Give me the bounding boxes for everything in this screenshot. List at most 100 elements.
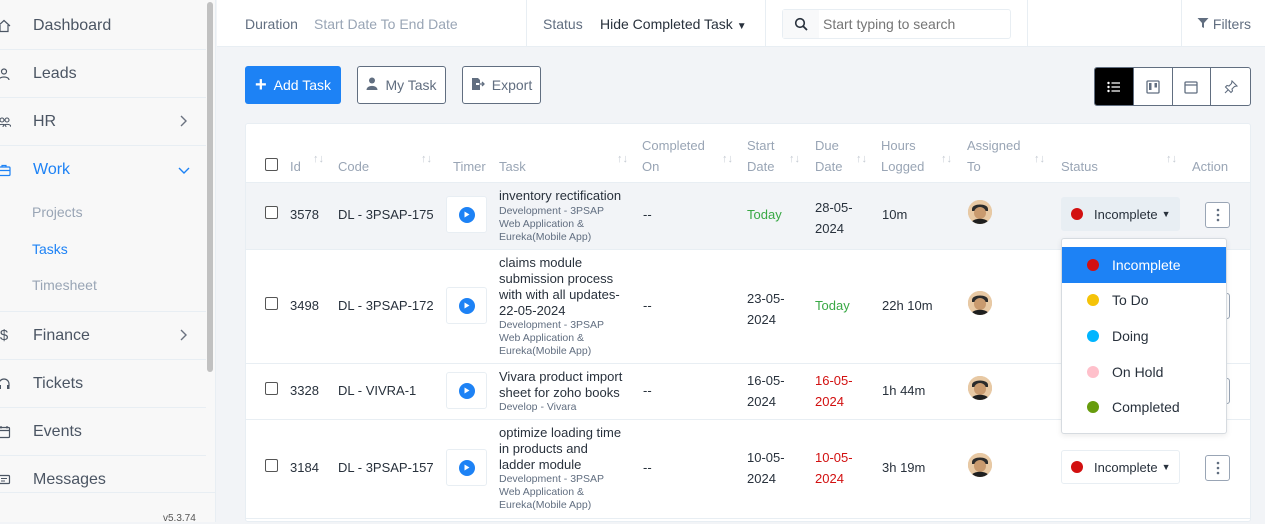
export-button[interactable]: Export — [462, 66, 541, 104]
avatar[interactable] — [968, 291, 992, 315]
sidebar-item-messages[interactable]: Messages — [0, 456, 206, 504]
col-header-status[interactable]: Status — [1061, 156, 1098, 177]
title-line: 22-05-2024 — [499, 303, 566, 318]
col-header-task[interactable]: Task — [499, 156, 526, 177]
my-task-button[interactable]: My Task — [357, 66, 446, 104]
col-header-action: Action — [1192, 159, 1229, 174]
sort-icon[interactable]: ↑↓ — [941, 153, 952, 165]
sidebar-item-finance[interactable]: $ Finance — [0, 312, 206, 360]
date-line: 16-05- — [815, 373, 853, 388]
status-option-on-hold[interactable]: On Hold — [1062, 354, 1226, 390]
col-header-due-date[interactable]: Due Date — [815, 135, 842, 177]
row-checkbox[interactable] — [265, 206, 278, 219]
status-dropdown-menu: Incomplete To Do Doing On Hold Completed — [1061, 238, 1227, 434]
sidebar-sub-timesheet[interactable]: Timesheet — [32, 277, 97, 293]
header-line: Start — [747, 138, 775, 153]
col-header-hours-logged[interactable]: Hours Logged — [881, 135, 924, 177]
board-view-icon[interactable] — [1134, 68, 1173, 105]
more-actions-icon[interactable] — [1205, 455, 1230, 481]
add-task-label: Add Task — [273, 77, 332, 93]
sidebar-item-tickets[interactable]: Tickets — [0, 360, 206, 408]
row-checkbox[interactable] — [265, 459, 278, 472]
start-date: Today — [747, 207, 782, 222]
avatar[interactable] — [968, 453, 992, 477]
list-view-icon[interactable] — [1095, 68, 1134, 105]
date-line: 2024 — [747, 471, 776, 486]
status-value: Incomplete — [1094, 459, 1158, 475]
headset-icon — [0, 376, 12, 392]
sidebar-item-label: Tickets — [33, 374, 84, 392]
message-icon — [0, 472, 12, 488]
sort-icon[interactable]: ↑↓ — [1034, 153, 1045, 165]
filters-label: Filters — [1212, 16, 1252, 32]
sort-icon[interactable]: ↑↓ — [313, 153, 324, 165]
calendar-view-icon[interactable] — [1173, 68, 1212, 105]
sort-icon[interactable]: ↑↓ — [617, 153, 628, 165]
task-code[interactable]: DL - 3PSAP-157 — [338, 460, 434, 475]
filter-bar: Duration Start Date To End Date Status H… — [217, 0, 1265, 47]
option-label: Completed — [1112, 399, 1180, 415]
task-project: Development - 3PSAP Web Application & Eure… — [499, 473, 604, 512]
sort-icon[interactable]: ↑↓ — [789, 153, 800, 165]
col-header-completed-on[interactable]: Completed On — [642, 135, 705, 177]
sort-icon[interactable]: ↑↓ — [856, 153, 867, 165]
status-filter-select[interactable]: Hide Completed Task ▼ — [600, 16, 747, 32]
sidebar-item-events[interactable]: Events — [0, 408, 206, 456]
sort-icon[interactable]: ↑↓ — [1166, 153, 1177, 165]
sidebar-item-hr[interactable]: HR — [0, 98, 206, 146]
status-option-incomplete[interactable]: Incomplete — [1062, 247, 1226, 283]
status-select[interactable]: Incomplete ▼ — [1061, 197, 1180, 231]
status-dot-icon — [1087, 259, 1099, 271]
row-checkbox[interactable] — [265, 297, 278, 310]
header-line: Assigned — [967, 138, 1021, 153]
date-line: 16-05- — [747, 373, 785, 388]
col-header-start-date[interactable]: Start Date — [747, 135, 774, 177]
start-timer-button[interactable] — [446, 196, 487, 233]
more-actions-icon[interactable] — [1205, 202, 1230, 228]
status-option-completed[interactable]: Completed — [1062, 389, 1226, 425]
avatar[interactable] — [968, 200, 992, 224]
avatar[interactable] — [968, 376, 992, 400]
header-line: Date — [815, 159, 843, 174]
sort-icon[interactable]: ↑↓ — [722, 153, 733, 165]
sidebar-item-leads[interactable]: Leads — [0, 50, 206, 98]
col-header-code[interactable]: Code — [338, 156, 369, 177]
due-date: 10-05- 2024 — [815, 447, 853, 489]
status-select[interactable]: Incomplete ▼ — [1061, 450, 1180, 484]
start-timer-button[interactable] — [446, 449, 487, 486]
task-code[interactable]: DL - 3PSAP-172 — [338, 298, 434, 313]
start-timer-button[interactable] — [446, 372, 487, 409]
project-line: Web Application & — [499, 332, 585, 344]
due-date: Today — [815, 298, 850, 313]
sidebar-item-work[interactable]: Work — [0, 146, 206, 194]
task-code[interactable]: DL - 3PSAP-175 — [338, 207, 434, 222]
sort-icon[interactable]: ↑↓ — [421, 153, 432, 165]
select-all-checkbox[interactable] — [265, 158, 278, 171]
add-task-button[interactable]: + Add Task — [245, 66, 341, 104]
task-title[interactable]: Vivara product import sheet for zoho book… — [499, 369, 622, 401]
status-option-doing[interactable]: Doing — [1062, 318, 1226, 354]
caret-down-icon: ▼ — [736, 21, 747, 32]
sidebar-sub-tasks[interactable]: Tasks — [32, 241, 68, 257]
title-line: with with all updates- — [499, 287, 620, 302]
search-input[interactable] — [823, 16, 1003, 32]
task-title[interactable]: optimize loading time in products and ladd… — [499, 425, 621, 473]
title-line: ladder module — [499, 457, 582, 472]
task-title[interactable]: claims module submission process with with… — [499, 255, 620, 319]
sidebar-item-dashboard[interactable]: Dashboard — [0, 2, 206, 50]
task-code[interactable]: DL - VIVRA-1 — [338, 383, 416, 398]
task-title[interactable]: inventory rectification — [499, 188, 621, 204]
start-timer-button[interactable] — [446, 287, 487, 324]
duration-picker[interactable]: Start Date To End Date — [314, 16, 458, 32]
sidebar-scrollbar[interactable] — [207, 2, 213, 372]
pin-icon[interactable] — [1211, 68, 1250, 105]
status-option-todo[interactable]: To Do — [1062, 282, 1226, 318]
header-line: Hours — [881, 138, 916, 153]
row-checkbox[interactable] — [265, 382, 278, 395]
col-header-id[interactable]: Id — [290, 156, 301, 177]
filters-button[interactable]: Filters — [1197, 16, 1251, 32]
header-line: Logged — [881, 159, 925, 174]
sidebar-sub-projects[interactable]: Projects — [32, 204, 83, 220]
start-date: 10-05- 2024 — [747, 447, 785, 489]
col-header-assigned-to[interactable]: Assigned To — [967, 135, 1020, 177]
